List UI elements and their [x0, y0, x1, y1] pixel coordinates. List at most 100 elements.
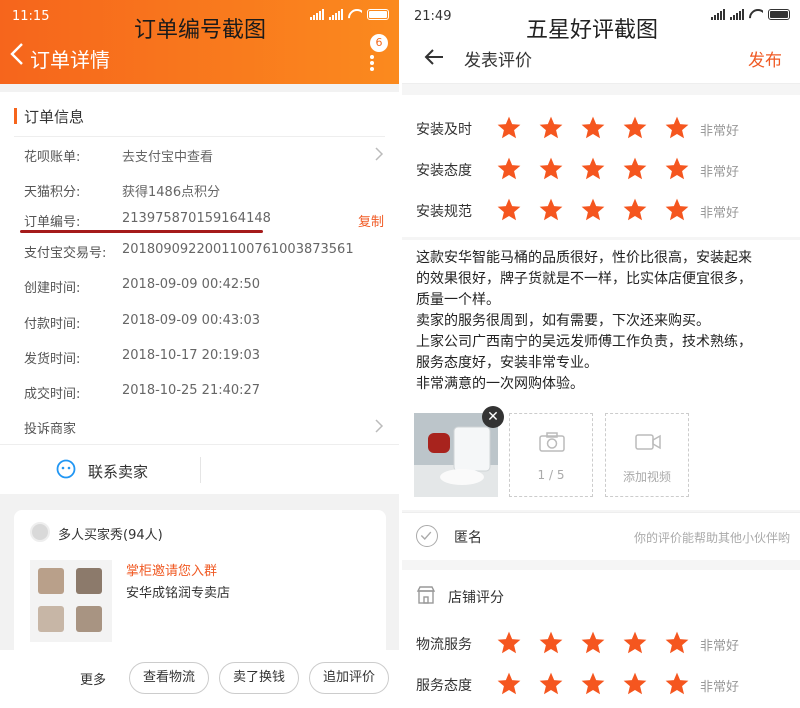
- page-title: 发表评价: [464, 51, 532, 71]
- order-info-card: 订单信息 花呗账单: 去支付宝中查看 天猫积分: 获得1486点积分 订单编号:…: [0, 92, 399, 444]
- complain-seller-row[interactable]: 投诉商家: [24, 418, 384, 438]
- resell-button[interactable]: 卖了换钱: [219, 662, 299, 694]
- review-line: 服务态度好，安装非常专业。: [416, 355, 598, 371]
- more-menu-icon[interactable]: [370, 55, 374, 71]
- rating-label: 服务态度: [416, 678, 472, 694]
- review-line: 卖家的服务很周到，如有需要，下次还来购买。: [416, 313, 710, 329]
- review-line: 非常满意的一次网购体验。: [416, 376, 584, 392]
- more-actions-button[interactable]: 更多: [80, 669, 106, 688]
- row-label: 花呗账单:: [24, 150, 81, 165]
- deal-time-row: 成交时间: 2018-10-25 21:40:27: [24, 383, 384, 403]
- install-rating-card: 安装及时 非常好 安装态度 非常好 安装规范 非常好: [402, 95, 800, 237]
- wifi-icon: [348, 9, 362, 20]
- add-video-button[interactable]: 添加视频: [605, 413, 689, 497]
- star-icon[interactable]: [580, 630, 606, 656]
- huabei-bill-row[interactable]: 花呗账单: 去支付宝中查看: [24, 146, 384, 166]
- star-icon[interactable]: [622, 156, 648, 182]
- star-icon[interactable]: [496, 156, 522, 182]
- add-video-label: 添加视频: [622, 470, 671, 484]
- contact-seller-button[interactable]: 联系卖家: [88, 461, 148, 482]
- star-icon[interactable]: [538, 671, 564, 697]
- order-detail-screen: 11:15 订单详情 6 订单编号截图 订单信息 花呗账单: 去支付宝中查看 天…: [0, 0, 399, 708]
- buyer-photo-grid[interactable]: [30, 560, 112, 642]
- row-label: 成交时间:: [24, 387, 81, 402]
- rating-text: 非常好: [700, 124, 740, 139]
- row-value: 去支付宝中查看: [122, 150, 214, 165]
- row-label: 天猫积分:: [24, 185, 81, 200]
- status-icons: [711, 9, 790, 20]
- star-icon[interactable]: [538, 156, 564, 182]
- publish-button[interactable]: 发布: [748, 46, 782, 71]
- order-number-row: 订单编号: 213975870159164148 复制: [24, 211, 384, 231]
- created-time-row: 创建时间: 2018-09-09 00:42:50: [24, 277, 384, 297]
- star-icon[interactable]: [664, 115, 690, 141]
- section-title: 订单信息: [14, 106, 84, 127]
- screenshot-caption: 订单编号截图: [134, 18, 267, 43]
- row-label: 订单编号:: [24, 215, 81, 230]
- message-count-badge[interactable]: 6: [370, 34, 388, 52]
- rating-label: 物流服务: [416, 637, 472, 653]
- review-content-card: 这款安华智能马桶的品质很好，性价比很高，安装起来 的效果很好，牌子货就是不一样，…: [402, 240, 800, 510]
- signal-icon: [310, 9, 324, 20]
- add-photo-button[interactable]: 1 / 5: [509, 413, 593, 497]
- buyer-show-card[interactable]: 多人买家秀(94人) 掌柜邀请您入群 安华成铭润专卖店: [14, 510, 386, 660]
- shop-rating-card: 店铺评分 物流服务 非常好 服务态度 非常好: [402, 570, 800, 708]
- star-icon[interactable]: [580, 197, 606, 223]
- star-icon[interactable]: [664, 156, 690, 182]
- back-arrow-icon[interactable]: [424, 48, 444, 66]
- star-icon[interactable]: [664, 671, 690, 697]
- star-icon[interactable]: [622, 115, 648, 141]
- append-review-button[interactable]: 追加评价: [309, 662, 389, 694]
- star-icon[interactable]: [580, 156, 606, 182]
- star-icon[interactable]: [622, 671, 648, 697]
- star-icon[interactable]: [496, 115, 522, 141]
- star-icon[interactable]: [622, 630, 648, 656]
- row-label: 付款时间:: [24, 317, 81, 332]
- copy-button[interactable]: 复制: [358, 211, 384, 230]
- battery-icon: [367, 9, 389, 20]
- star-icon[interactable]: [538, 115, 564, 141]
- review-textarea[interactable]: 这款安华智能马桶的品质很好，性价比很高，安装起来 的效果很好，牌子货就是不一样，…: [416, 248, 790, 395]
- buyer-show-title: 多人买家秀(94人): [58, 528, 163, 543]
- star-icon[interactable]: [538, 197, 564, 223]
- row-value: 2018090922001100761003873561: [122, 242, 354, 257]
- row-value: 获得1486点积分: [122, 185, 221, 200]
- star-icon[interactable]: [580, 671, 606, 697]
- anonymous-row[interactable]: 匿名 你的评价能帮助其他小伙伴哟: [402, 512, 800, 560]
- rating-text: 非常好: [700, 165, 740, 180]
- view-logistics-button[interactable]: 查看物流: [129, 662, 209, 694]
- rating-label: 安装规范: [416, 204, 472, 220]
- divider: [200, 457, 201, 483]
- review-line: 质量一个样。: [416, 292, 500, 308]
- back-arrow-icon[interactable]: [10, 42, 24, 66]
- remove-photo-icon[interactable]: ✕: [482, 406, 504, 428]
- star-icon[interactable]: [664, 197, 690, 223]
- row-value: 2018-09-09 00:43:03: [122, 313, 261, 328]
- star-icon[interactable]: [538, 630, 564, 656]
- star-icon[interactable]: [496, 197, 522, 223]
- write-review-screen: 21:49 发表评价 发布 五星好评截图 安装及时 非常好 安装态度 非常好 安…: [402, 0, 800, 708]
- anonymous-checkbox[interactable]: [416, 525, 438, 547]
- rating-label: 安装态度: [416, 163, 472, 179]
- alipay-trade-row: 支付宝交易号: 2018090922001100761003873561: [24, 242, 384, 262]
- chevron-right-icon: [374, 418, 384, 434]
- star-icon[interactable]: [496, 671, 522, 697]
- chat-face-icon: [56, 459, 76, 479]
- group-invite-link[interactable]: 掌柜邀请您入群: [126, 560, 217, 579]
- star-icon[interactable]: [496, 630, 522, 656]
- row-value: 2018-09-09 00:42:50: [122, 277, 261, 292]
- row-label: 投诉商家: [24, 422, 77, 437]
- video-camera-icon: [635, 432, 661, 452]
- star-icon[interactable]: [664, 630, 690, 656]
- star-icon[interactable]: [622, 197, 648, 223]
- shop-rating-title: 店铺评分: [448, 590, 504, 606]
- chevron-right-icon: [374, 146, 384, 162]
- anonymous-label: 匿名: [454, 530, 482, 546]
- shipped-time-row: 发货时间: 2018-10-17 20:19:03: [24, 348, 384, 368]
- star-icon[interactable]: [580, 115, 606, 141]
- rating-text: 非常好: [700, 680, 740, 695]
- order-action-bar: 更多 查看物流 卖了换钱 追加评价: [0, 650, 399, 708]
- row-label: 创建时间:: [24, 281, 81, 296]
- rating-row: 物流服务 非常好: [416, 630, 786, 656]
- rating-row: 安装及时 非常好: [416, 115, 786, 141]
